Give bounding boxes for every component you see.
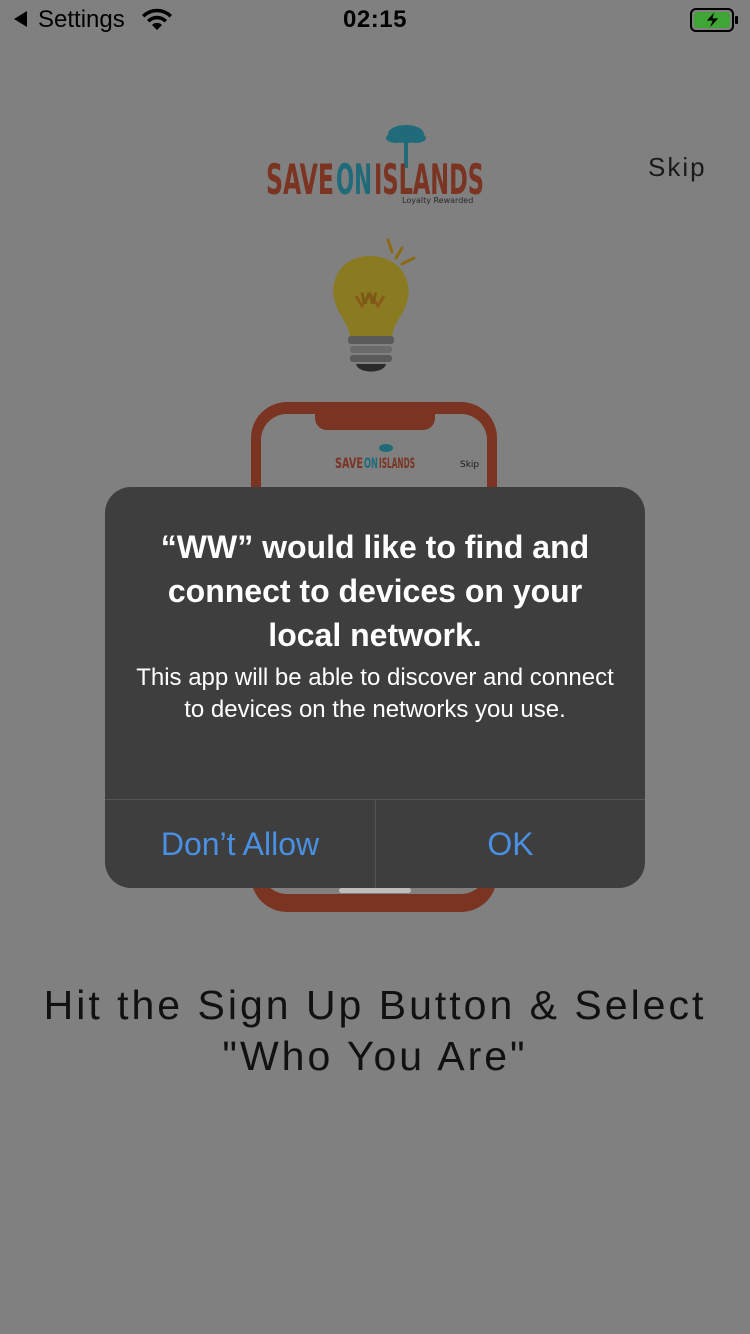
light-bulb-icon: W [333,238,416,372]
ok-button[interactable]: OK [376,800,645,888]
status-bar: Settings 02:15 [0,0,750,40]
caption-line-2: "Who You Are" [222,1033,528,1079]
battery-charging-icon [690,8,738,32]
svg-text:W: W [360,289,378,308]
skip-button[interactable]: Skip [648,152,707,183]
onboarding-caption: Hit the Sign Up Button & Select "Who You… [0,980,750,1082]
svg-text:ON: ON [336,155,372,204]
svg-text:Loyalty Rewarded: Loyalty Rewarded [402,196,473,205]
local-network-permission-dialog: “WW” would like to find and connect to d… [105,487,645,888]
svg-text:Skip: Skip [460,460,479,470]
caption-line-1: Hit the Sign Up Button & Select [43,982,707,1028]
save-on-islands-logo: SAVE ON ISLANDS Loyalty Rewarded [266,125,484,205]
dialog-message: This app will be able to discover and co… [136,664,614,723]
svg-text:SAVE: SAVE [266,155,334,204]
dialog-title: “WW” would like to find and connect to d… [160,529,590,653]
svg-text:ON: ON [364,456,378,472]
svg-text:ISLANDS: ISLANDS [379,456,415,472]
status-time: 02:15 [343,6,407,33]
svg-text:SAVE: SAVE [335,456,363,472]
dont-allow-button[interactable]: Don’t Allow [105,800,375,888]
